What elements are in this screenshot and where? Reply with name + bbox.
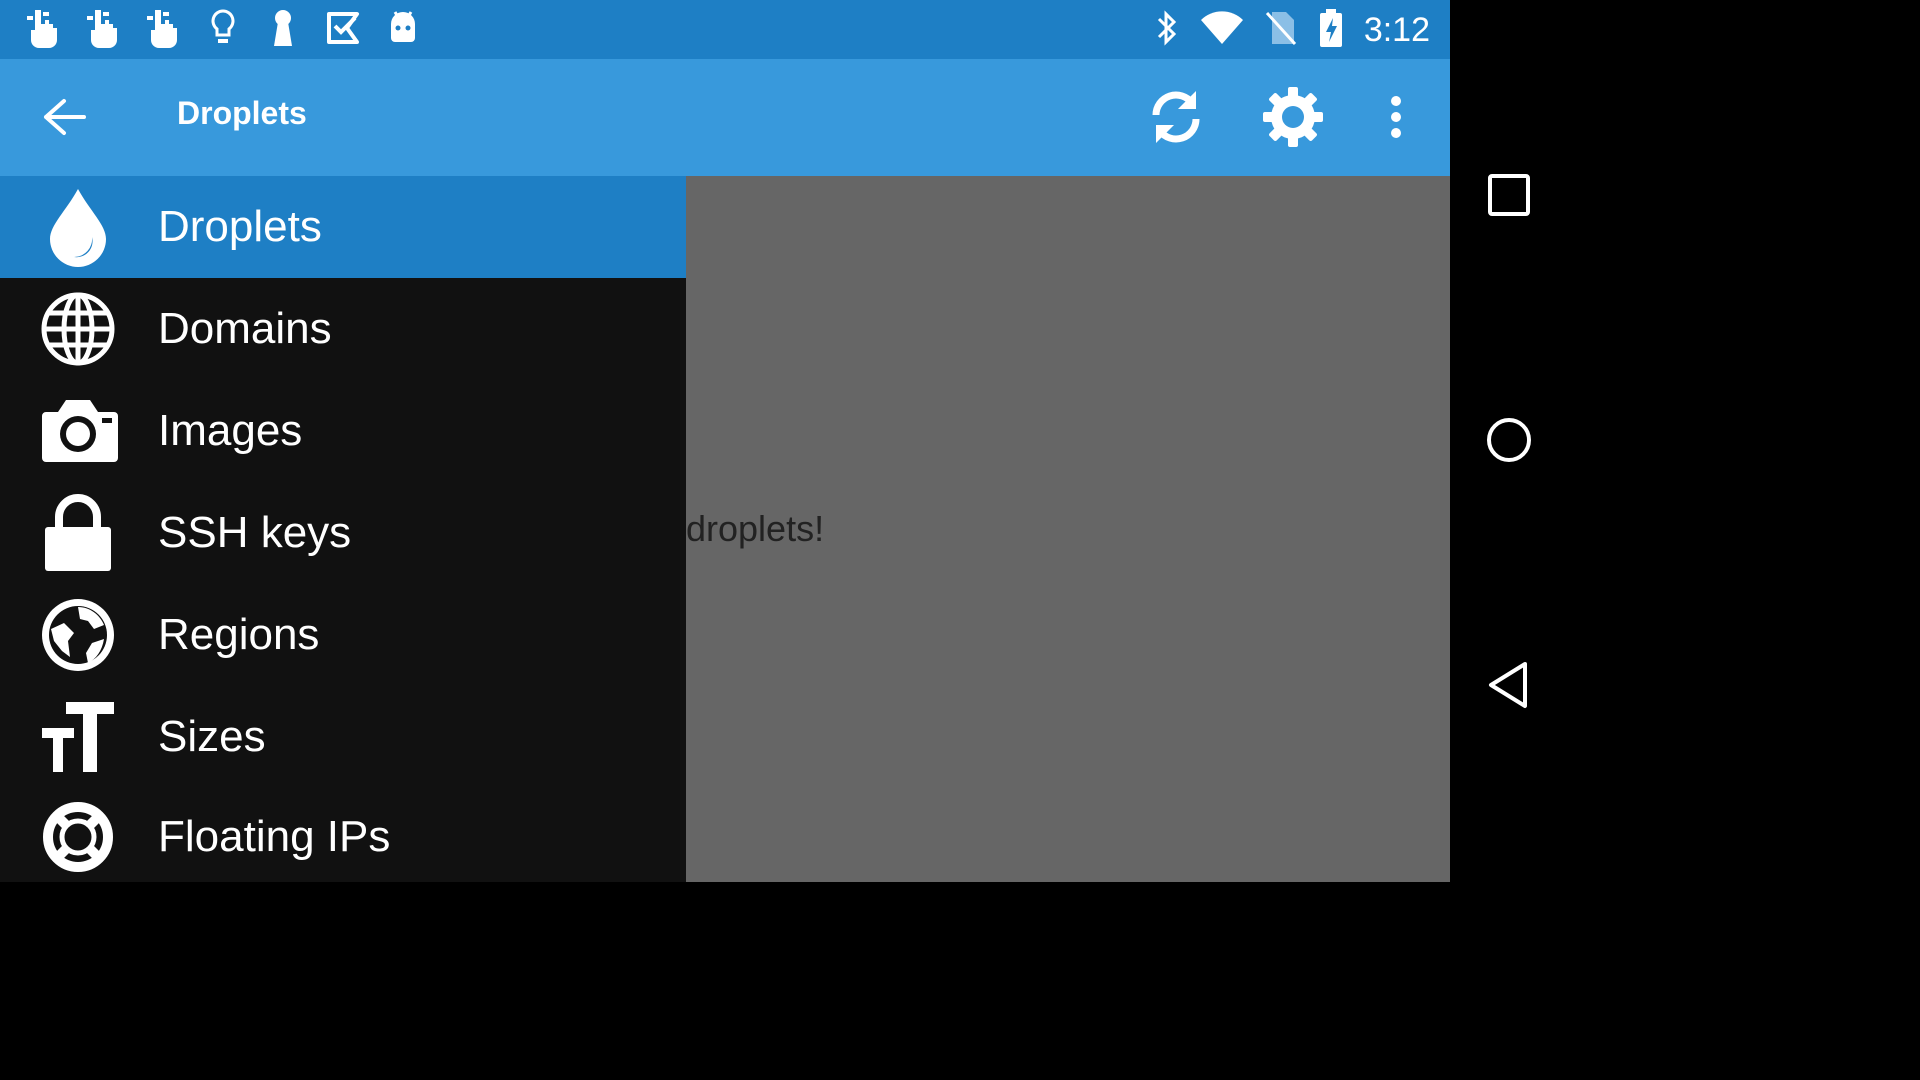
text-size-icon — [36, 695, 120, 779]
app-screen: 3:12 Droplets droplets! Droplets Domains… — [0, 0, 1450, 882]
drawer-item-images[interactable]: Images — [0, 380, 686, 482]
drawer-item-sizes[interactable]: Sizes — [0, 686, 686, 788]
earth-icon — [36, 593, 120, 677]
system-icons: 3:12 — [1154, 8, 1430, 52]
drawer-item-label: Floating IPs — [158, 812, 391, 861]
back-icon[interactable] — [1474, 650, 1544, 720]
battery-charging-icon — [1318, 8, 1344, 53]
navigation-drawer: Droplets Domains Images SSH keys Regions — [0, 176, 686, 882]
back-arrow-icon[interactable] — [30, 87, 100, 147]
lifebuoy-icon — [36, 795, 120, 879]
droplet-icon — [36, 185, 120, 269]
drawer-item-droplets[interactable]: Droplets — [0, 176, 686, 278]
no-sim-icon — [1264, 10, 1298, 51]
home-icon[interactable] — [1474, 405, 1544, 475]
overflow-menu-icon[interactable] — [1358, 79, 1434, 155]
hand-pointer-icon — [84, 8, 122, 48]
app-bar: Droplets — [0, 59, 1450, 176]
drawer-item-regions[interactable]: Regions — [0, 584, 686, 686]
drawer-item-label: SSH keys — [158, 508, 352, 557]
system-navigation-bar — [1450, 0, 1568, 882]
drawer-item-label: Droplets — [158, 202, 322, 251]
status-bar: 3:12 — [0, 0, 1450, 59]
check-tag-icon — [324, 8, 362, 48]
recents-icon[interactable] — [1474, 160, 1544, 230]
wifi-icon — [1200, 10, 1244, 51]
refresh-icon[interactable] — [1138, 79, 1214, 155]
drawer-item-label: Images — [158, 406, 303, 455]
drawer-item-floating-ips[interactable]: Floating IPs — [0, 786, 686, 882]
empty-state-text: droplets! — [686, 508, 825, 549]
globe-icon — [36, 287, 120, 371]
drawer-item-label: Sizes — [158, 712, 266, 761]
bluetooth-icon — [1154, 8, 1180, 53]
drawer-item-label: Regions — [158, 610, 320, 659]
page-title: Droplets — [177, 95, 307, 131]
hand-pointer-icon — [144, 8, 182, 48]
status-clock: 3:12 — [1363, 11, 1430, 49]
camera-icon — [36, 389, 120, 473]
drawer-item-label: Domains — [158, 304, 332, 353]
lightbulb-icon — [204, 8, 242, 48]
settings-icon[interactable] — [1255, 79, 1331, 155]
drawer-item-ssh-keys[interactable]: SSH keys — [0, 482, 686, 584]
android-icon — [384, 8, 422, 48]
drawer-item-domains[interactable]: Domains — [0, 278, 686, 380]
hand-pointer-icon — [24, 8, 62, 48]
lock-icon — [36, 491, 120, 575]
keyhole-icon — [264, 8, 302, 48]
notification-icons — [24, 8, 422, 48]
